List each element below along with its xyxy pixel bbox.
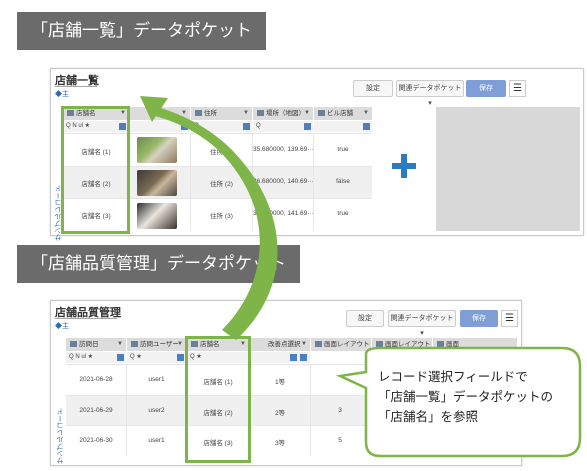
callout-line: 「店舗一覧」データポケットの (378, 389, 554, 404)
callout-line: 「店舗名」を参照 (378, 409, 479, 424)
arrow-curve (148, 105, 278, 340)
callout-text: レコード選択フィールドで 「店舗一覧」データポケットの 「店舗名」を参照 (378, 367, 578, 427)
callout-line: レコード選択フィールドで (378, 369, 528, 384)
